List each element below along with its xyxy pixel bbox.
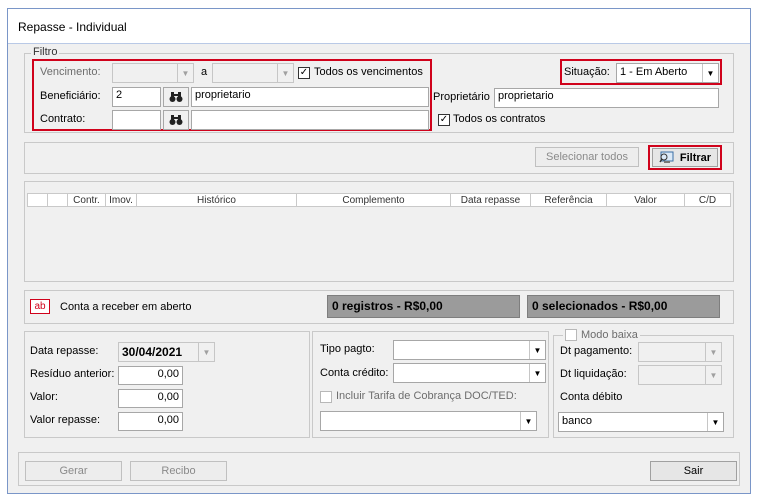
dt-pagamento-label: Dt pagamento: — [560, 345, 633, 357]
grid-col-cd[interactable]: C/D — [685, 194, 730, 206]
modo-baixa-checkbox[interactable] — [565, 329, 577, 341]
filtro-legend: Filtro — [31, 46, 60, 58]
proprietario-input[interactable]: proprietario — [494, 88, 719, 108]
dt-liquidacao-label: Dt liquidação: — [560, 368, 627, 380]
conta-credito-combo[interactable]: ▼ — [393, 363, 546, 383]
conta-receber-label: Conta a receber em aberto — [60, 301, 192, 313]
window-title: Repasse - Individual — [18, 20, 127, 34]
chevron-down-icon: ▼ — [705, 366, 721, 384]
tipo-pagto-label: Tipo pagto: — [320, 343, 375, 355]
incluir-tarifa-label: Incluir Tarifa de Cobrança DOC/TED: — [336, 390, 517, 402]
recibo-button[interactable]: Recibo — [130, 461, 227, 481]
filtrar-label: Filtrar — [679, 151, 712, 164]
beneficiario-label: Beneficiário: — [40, 90, 101, 102]
todos-contratos-label: Todos os contratos — [453, 113, 546, 125]
beneficiario-name-input[interactable]: proprietario — [191, 87, 429, 107]
beneficiario-search-button[interactable] — [163, 87, 189, 107]
grid-header-row: Contr. Imov. Histórico Complemento Data … — [27, 193, 731, 207]
situacao-value: 1 - Em Aberto — [620, 66, 688, 78]
data-repasse-combo[interactable]: 30/04/2021 ▼ — [118, 342, 215, 362]
valor-repasse-label: Valor repasse: — [30, 414, 101, 426]
situacao-label: Situação: — [564, 66, 610, 78]
grid-col-contr[interactable]: Contr. — [68, 194, 106, 206]
todos-vencimentos-checkbox[interactable]: ✓ — [298, 67, 310, 79]
grid-col-complemento[interactable]: Complemento — [297, 194, 451, 206]
chevron-down-icon: ▼ — [529, 341, 545, 359]
chevron-down-icon: ▼ — [177, 64, 193, 82]
residuo-label: Resíduo anterior: — [30, 368, 115, 380]
selecionados-total: 0 selecionados - R$0,00 — [527, 295, 720, 318]
binoculars-icon — [169, 92, 183, 102]
grid-col-data-repasse[interactable]: Data repasse — [451, 194, 531, 206]
chevron-down-icon: ▼ — [520, 412, 536, 430]
dt-pagamento-combo[interactable]: ▼ — [638, 342, 722, 362]
contrato-search-button[interactable] — [163, 110, 189, 130]
grid-col-valor[interactable]: Valor — [607, 194, 685, 206]
residuo-input[interactable]: 0,00 — [118, 366, 183, 385]
todos-contratos-checkbox[interactable]: ✓ — [438, 114, 450, 126]
data-repasse-value: 30/04/2021 — [122, 345, 183, 359]
tipo-pagto-combo[interactable]: ▼ — [393, 340, 546, 360]
proprietario-label: Proprietário — [433, 91, 490, 103]
situacao-combo[interactable]: 1 - Em Aberto ▼ — [616, 63, 719, 83]
sair-button[interactable]: Sair — [650, 461, 737, 481]
dt-liquidacao-combo[interactable]: ▼ — [638, 365, 722, 385]
conta-credito-label: Conta crédito: — [320, 367, 389, 379]
data-repasse-label: Data repasse: — [30, 345, 99, 357]
valor-label: Valor: — [30, 391, 58, 403]
grid-col-0[interactable] — [28, 194, 48, 206]
chevron-down-icon: ▼ — [529, 364, 545, 382]
tarifa-combo[interactable]: ▼ — [320, 411, 537, 431]
chevron-down-icon: ▼ — [277, 64, 293, 82]
contrato-code-input[interactable] — [112, 110, 161, 130]
valor-repasse-input[interactable]: 0,00 — [118, 412, 183, 431]
legend-color-icon: ab — [30, 299, 50, 314]
grid-col-historico[interactable]: Histórico — [137, 194, 297, 206]
binoculars-icon — [169, 115, 183, 125]
chevron-down-icon: ▼ — [705, 343, 721, 361]
conta-debito-value: banco — [562, 415, 592, 427]
chevron-down-icon: ▼ — [707, 413, 723, 431]
beneficiario-code-input[interactable]: 2 — [112, 87, 161, 107]
grid-col-1[interactable] — [48, 194, 68, 206]
footer-group — [18, 452, 740, 486]
vencimento-start-combo[interactable]: ▼ — [112, 63, 194, 83]
grid-col-referencia[interactable]: Referência — [531, 194, 607, 206]
contrato-label: Contrato: — [40, 113, 86, 125]
selecionar-todos-button[interactable]: Selecionar todos — [535, 147, 639, 167]
incluir-tarifa-checkbox[interactable] — [320, 391, 332, 403]
conta-debito-combo[interactable]: banco ▼ — [558, 412, 724, 432]
todos-vencimentos-label: Todos os vencimentos — [314, 66, 423, 78]
filter-screen-icon — [659, 151, 674, 163]
modo-baixa-label: Modo baixa — [581, 329, 638, 341]
vencimento-end-combo[interactable]: ▼ — [212, 63, 294, 83]
vencimento-label: Vencimento: — [40, 66, 101, 78]
conta-debito-label: Conta débito — [560, 391, 623, 403]
contrato-name-input[interactable] — [191, 110, 429, 130]
valor-input[interactable]: 0,00 — [118, 389, 183, 408]
chevron-down-icon: ▼ — [702, 64, 718, 82]
modo-baixa-legend: Modo baixa — [563, 329, 640, 341]
chevron-down-icon: ▼ — [198, 343, 214, 361]
filtrar-button[interactable]: Filtrar — [652, 148, 718, 167]
registros-total: 0 registros - R$0,00 — [327, 295, 520, 318]
grid-col-imov[interactable]: Imov. — [106, 194, 137, 206]
gerar-button[interactable]: Gerar — [25, 461, 122, 481]
vencimento-a-label: a — [201, 66, 208, 78]
